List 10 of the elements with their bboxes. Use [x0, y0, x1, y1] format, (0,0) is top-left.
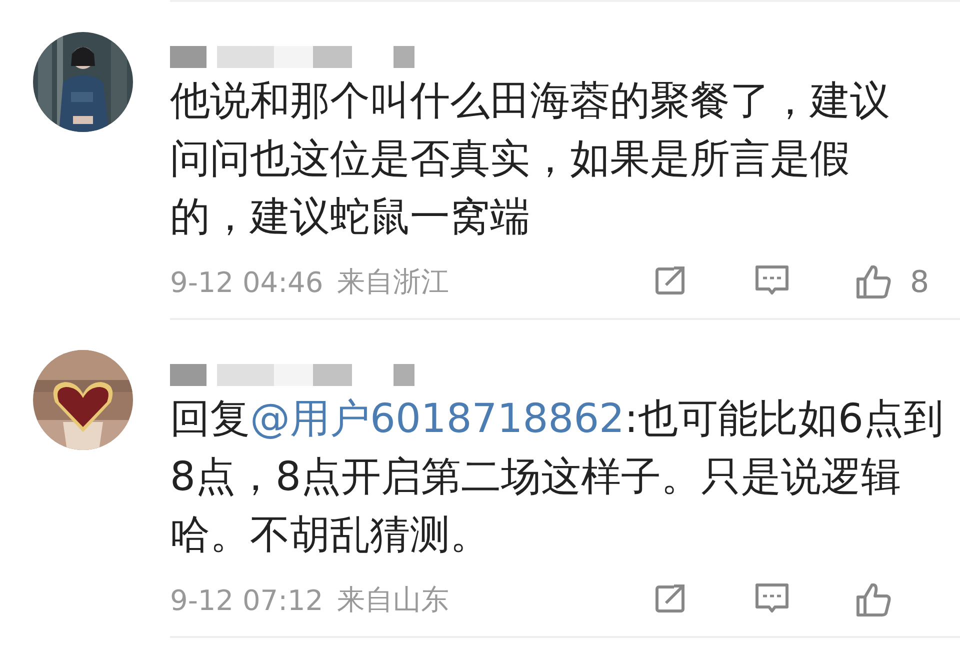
comment-location: 来自浙江 [337, 264, 450, 300]
user-mention-link[interactable]: @用户6018718862 [250, 396, 624, 442]
comment-time: 9-12 07:12 [170, 584, 324, 616]
comment-text: 他说和那个叫什么田海蓉的聚餐了，建议 问问也这位是否真实，如果是所言是假 的，建议蛇鼠一窝端 [170, 77, 891, 242]
comment-location: 来自山东 [337, 582, 450, 618]
comment-time: 9-12 04:46 [170, 266, 324, 298]
like-count: 8 [910, 264, 930, 300]
thumbs-up-icon[interactable] [854, 264, 892, 300]
comment-text: 回复@用户6018718862:也可能比如6点到 8点，8点开启第二场这样子。只是说逻辑 哈。不胡乱猜测。 [170, 395, 944, 560]
thumbs-up-icon[interactable] [854, 582, 892, 618]
